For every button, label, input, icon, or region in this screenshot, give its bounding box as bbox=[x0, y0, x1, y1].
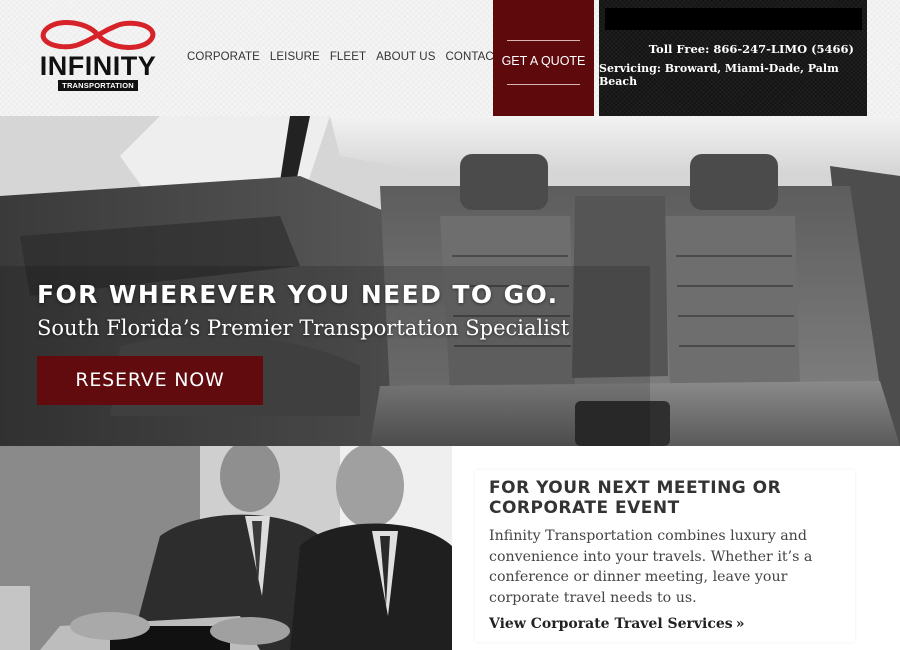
logo-link[interactable]: INFINITY TRANSPORTATION bbox=[36, 18, 160, 92]
corporate-description: Infinity Transportation combines luxury … bbox=[489, 528, 813, 606]
get-a-quote-label: GET A QUOTE bbox=[501, 54, 586, 68]
business-people-image bbox=[0, 446, 452, 650]
logo-subtitle: TRANSPORTATION bbox=[58, 80, 138, 91]
main-nav: CORPORATE LEISURE FLEET ABOUT US CONTACT… bbox=[187, 51, 530, 63]
get-a-quote-button[interactable]: GET A QUOTE bbox=[493, 0, 594, 126]
double-chevron-right-icon: » bbox=[735, 616, 745, 632]
nav-item-leisure[interactable]: LEISURE bbox=[270, 51, 320, 63]
corporate-heading: FOR YOUR NEXT MEETING OR CORPORATE EVENT bbox=[489, 478, 782, 518]
corporate-services-link-label: View Corporate Travel Services bbox=[489, 616, 733, 632]
corporate-services-link[interactable]: View Corporate Travel Services» bbox=[489, 616, 744, 632]
hero-subtitle: South Florida’s Premier Transportation S… bbox=[37, 316, 570, 340]
toll-free-number[interactable]: Toll Free: 866-247-LIMO (5466) bbox=[649, 42, 854, 56]
nav-item-corporate[interactable]: CORPORATE bbox=[187, 51, 260, 63]
nav-item-fleet[interactable]: FLEET bbox=[330, 51, 366, 63]
nav-item-about-us[interactable]: ABOUT US bbox=[376, 51, 435, 63]
infinity-logo-icon bbox=[40, 20, 156, 50]
reserve-now-button[interactable]: RESERVE NOW bbox=[37, 356, 263, 405]
hero-title: FOR WHEREVER YOU NEED TO GO. bbox=[37, 280, 559, 309]
contact-panel: Toll Free: 866-247-LIMO (5466) Servicing… bbox=[599, 0, 867, 116]
service-areas: Servicing: Broward, Miami-Dade, Palm Bea… bbox=[599, 62, 839, 88]
business-meeting-photo bbox=[0, 446, 452, 650]
divider-top bbox=[507, 40, 580, 41]
contact-topbar bbox=[605, 8, 862, 30]
divider-bottom bbox=[507, 84, 580, 85]
hero-banner: FOR WHEREVER YOU NEED TO GO. South Flori… bbox=[0, 116, 900, 446]
corporate-card: FOR YOUR NEXT MEETING OR CORPORATE EVENT… bbox=[475, 470, 855, 642]
logo-wordmark: INFINITY bbox=[39, 51, 157, 81]
